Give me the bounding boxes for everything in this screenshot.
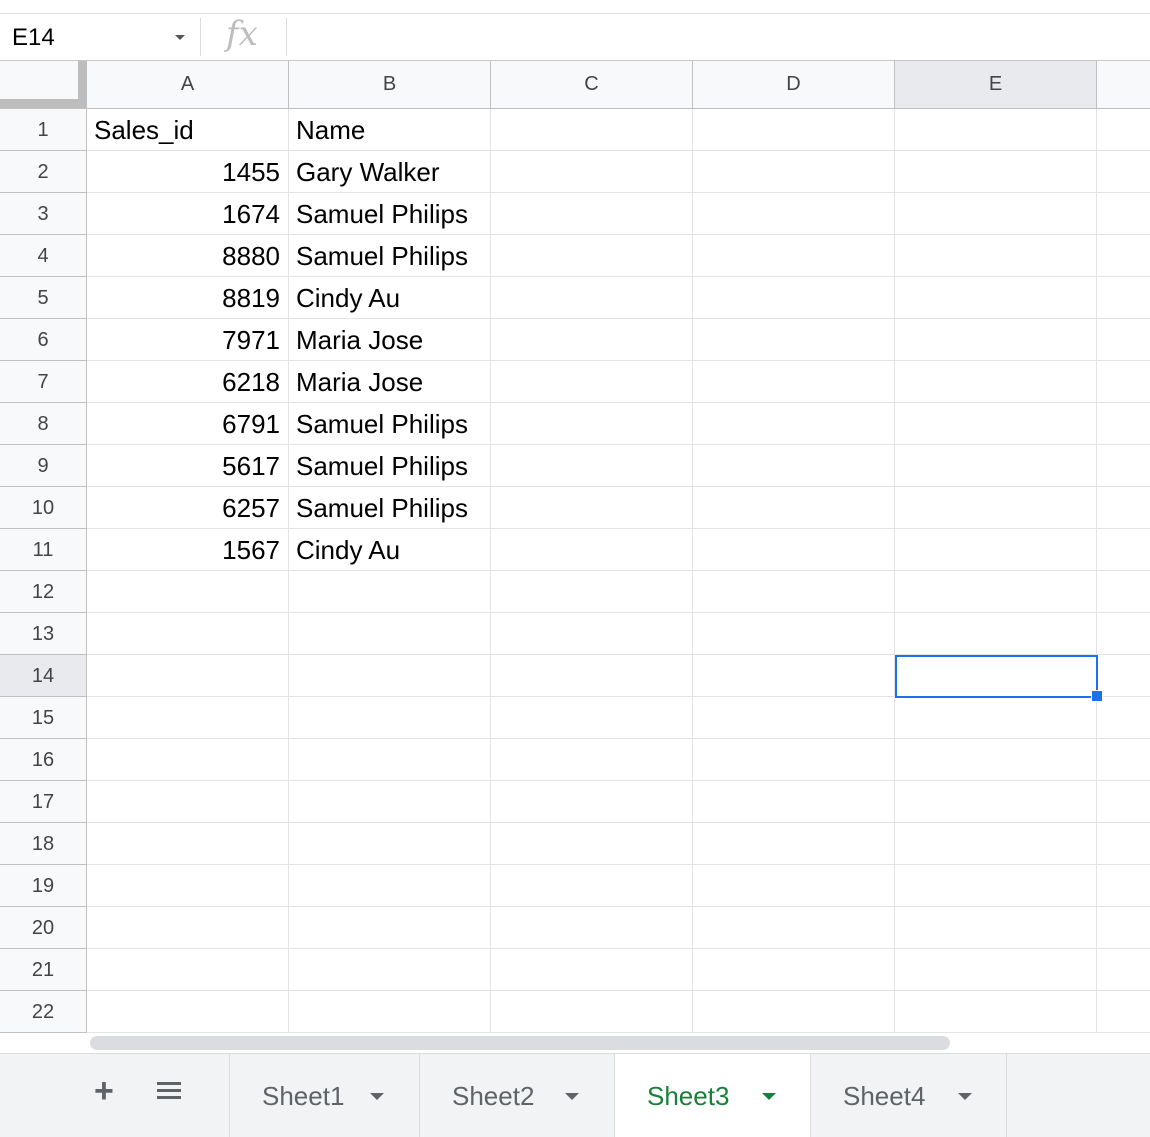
name-box-value[interactable]: E14 [12,24,55,52]
tab-label: Sheet3 [647,1081,730,1111]
column-header-e[interactable]: E [895,61,1097,108]
grid-line [87,948,1150,949]
cell-a2[interactable]: 1455 [87,151,288,193]
cell-b5[interactable]: Cindy Au [289,277,490,319]
cell-b2[interactable]: Gary Walker [289,151,490,193]
cell-a8[interactable]: 6791 [87,403,288,445]
row-header-16[interactable]: 16 [0,739,87,781]
row-header-18[interactable]: 18 [0,823,87,865]
column-header-d[interactable]: D [693,61,895,108]
freeze-row-handle[interactable] [0,99,87,108]
select-all-corner[interactable] [0,61,87,108]
grid-line [87,906,1150,907]
tab-sheet2[interactable]: Sheet2 [420,1054,615,1137]
column-header-a[interactable]: A [87,61,289,108]
tab-label: Sheet2 [452,1081,535,1111]
row-header-11[interactable]: 11 [0,529,87,571]
grid-line [1096,109,1097,1033]
chevron-down-icon[interactable] [958,1093,972,1100]
cell-a3[interactable]: 1674 [87,193,288,235]
tab-label: Sheet4 [843,1081,926,1111]
tab-sheet3[interactable]: Sheet3 [615,1054,811,1137]
row-header-12[interactable]: 12 [0,571,87,613]
grid-line [490,109,491,1033]
fill-handle[interactable] [1091,690,1103,702]
cell-a5[interactable]: 8819 [87,277,288,319]
cell-b8[interactable]: Samuel Philips [289,403,490,445]
row-header-6[interactable]: 6 [0,319,87,361]
row-header-5[interactable]: 5 [0,277,87,319]
divider [200,18,201,56]
freeze-column-handle[interactable] [78,61,87,99]
chevron-down-icon[interactable] [762,1093,776,1100]
row-header-3[interactable]: 3 [0,193,87,235]
row-header-19[interactable]: 19 [0,865,87,907]
cell-b9[interactable]: Samuel Philips [289,445,490,487]
row-header-8[interactable]: 8 [0,403,87,445]
chevron-down-icon[interactable] [370,1093,384,1100]
row-header-7[interactable]: 7 [0,361,87,403]
active-cell-e14[interactable] [895,655,1098,698]
cell-b7[interactable]: Maria Jose [289,361,490,403]
cell-b11[interactable]: Cindy Au [289,529,490,571]
scrollbar-thumb[interactable] [90,1036,950,1050]
row-header-20[interactable]: 20 [0,907,87,949]
row-header-10[interactable]: 10 [0,487,87,529]
row-header-15[interactable]: 15 [0,697,87,739]
row-header-21[interactable]: 21 [0,949,87,991]
column-header-c[interactable]: C [491,61,693,108]
cell-a10[interactable]: 6257 [87,487,288,529]
row-header-17[interactable]: 17 [0,781,87,823]
chevron-down-icon[interactable] [175,35,185,40]
row-header-13[interactable]: 13 [0,613,87,655]
cell-a9[interactable]: 5617 [87,445,288,487]
cell-grid[interactable]: Sales_id Name 1455 Gary Walker 1674 Samuel Ph… [87,109,1150,1033]
row-header-2[interactable]: 2 [0,151,87,193]
column-header-b[interactable]: B [289,61,491,108]
tab-label: Sheet1 [262,1081,345,1111]
cell-a7[interactable]: 6218 [87,361,288,403]
horizontal-scrollbar[interactable] [87,1033,1150,1053]
grid-line [87,990,1150,991]
cell-b10[interactable]: Samuel Philips [289,487,490,529]
grid-line [692,109,693,1033]
cell-b3[interactable]: Samuel Philips [289,193,490,235]
formula-bar: E14 fx [0,14,1150,61]
tab-sheet1[interactable]: Sheet1 [230,1054,420,1137]
row-header-14[interactable]: 14 [0,655,87,697]
row-header-22[interactable]: 22 [0,991,87,1033]
formula-input[interactable] [296,14,1146,60]
column-header-row: A B C D E [0,61,1150,109]
grid-line [894,109,895,1033]
grid-line [87,612,1150,613]
all-sheets-menu-icon[interactable] [157,1082,181,1102]
grid-line [87,864,1150,865]
fx-icon: fx [226,14,258,54]
grid-line [87,822,1150,823]
grid-line [87,780,1150,781]
grid-line [87,738,1150,739]
cell-a4[interactable]: 8880 [87,235,288,277]
add-sheet-icon[interactable]: + [94,1074,114,1108]
chevron-down-icon[interactable] [565,1093,579,1100]
name-box[interactable]: E14 [0,14,198,60]
divider [286,18,287,56]
cell-a6[interactable]: 7971 [87,319,288,361]
cell-b1[interactable]: Name [289,109,490,151]
cell-a11[interactable]: 1567 [87,529,288,571]
cell-b6[interactable]: Maria Jose [289,319,490,361]
cell-a1[interactable]: Sales_id [87,109,288,151]
tab-sheet4[interactable]: Sheet4 [811,1054,1007,1137]
row-header-4[interactable]: 4 [0,235,87,277]
top-edge [0,0,1150,14]
row-header-9[interactable]: 9 [0,445,87,487]
row-header-1[interactable]: 1 [0,109,87,151]
sheet-tab-bar: + Sheet1 Sheet2 Sheet3 Sheet4 [0,1053,1150,1137]
cell-b4[interactable]: Samuel Philips [289,235,490,277]
